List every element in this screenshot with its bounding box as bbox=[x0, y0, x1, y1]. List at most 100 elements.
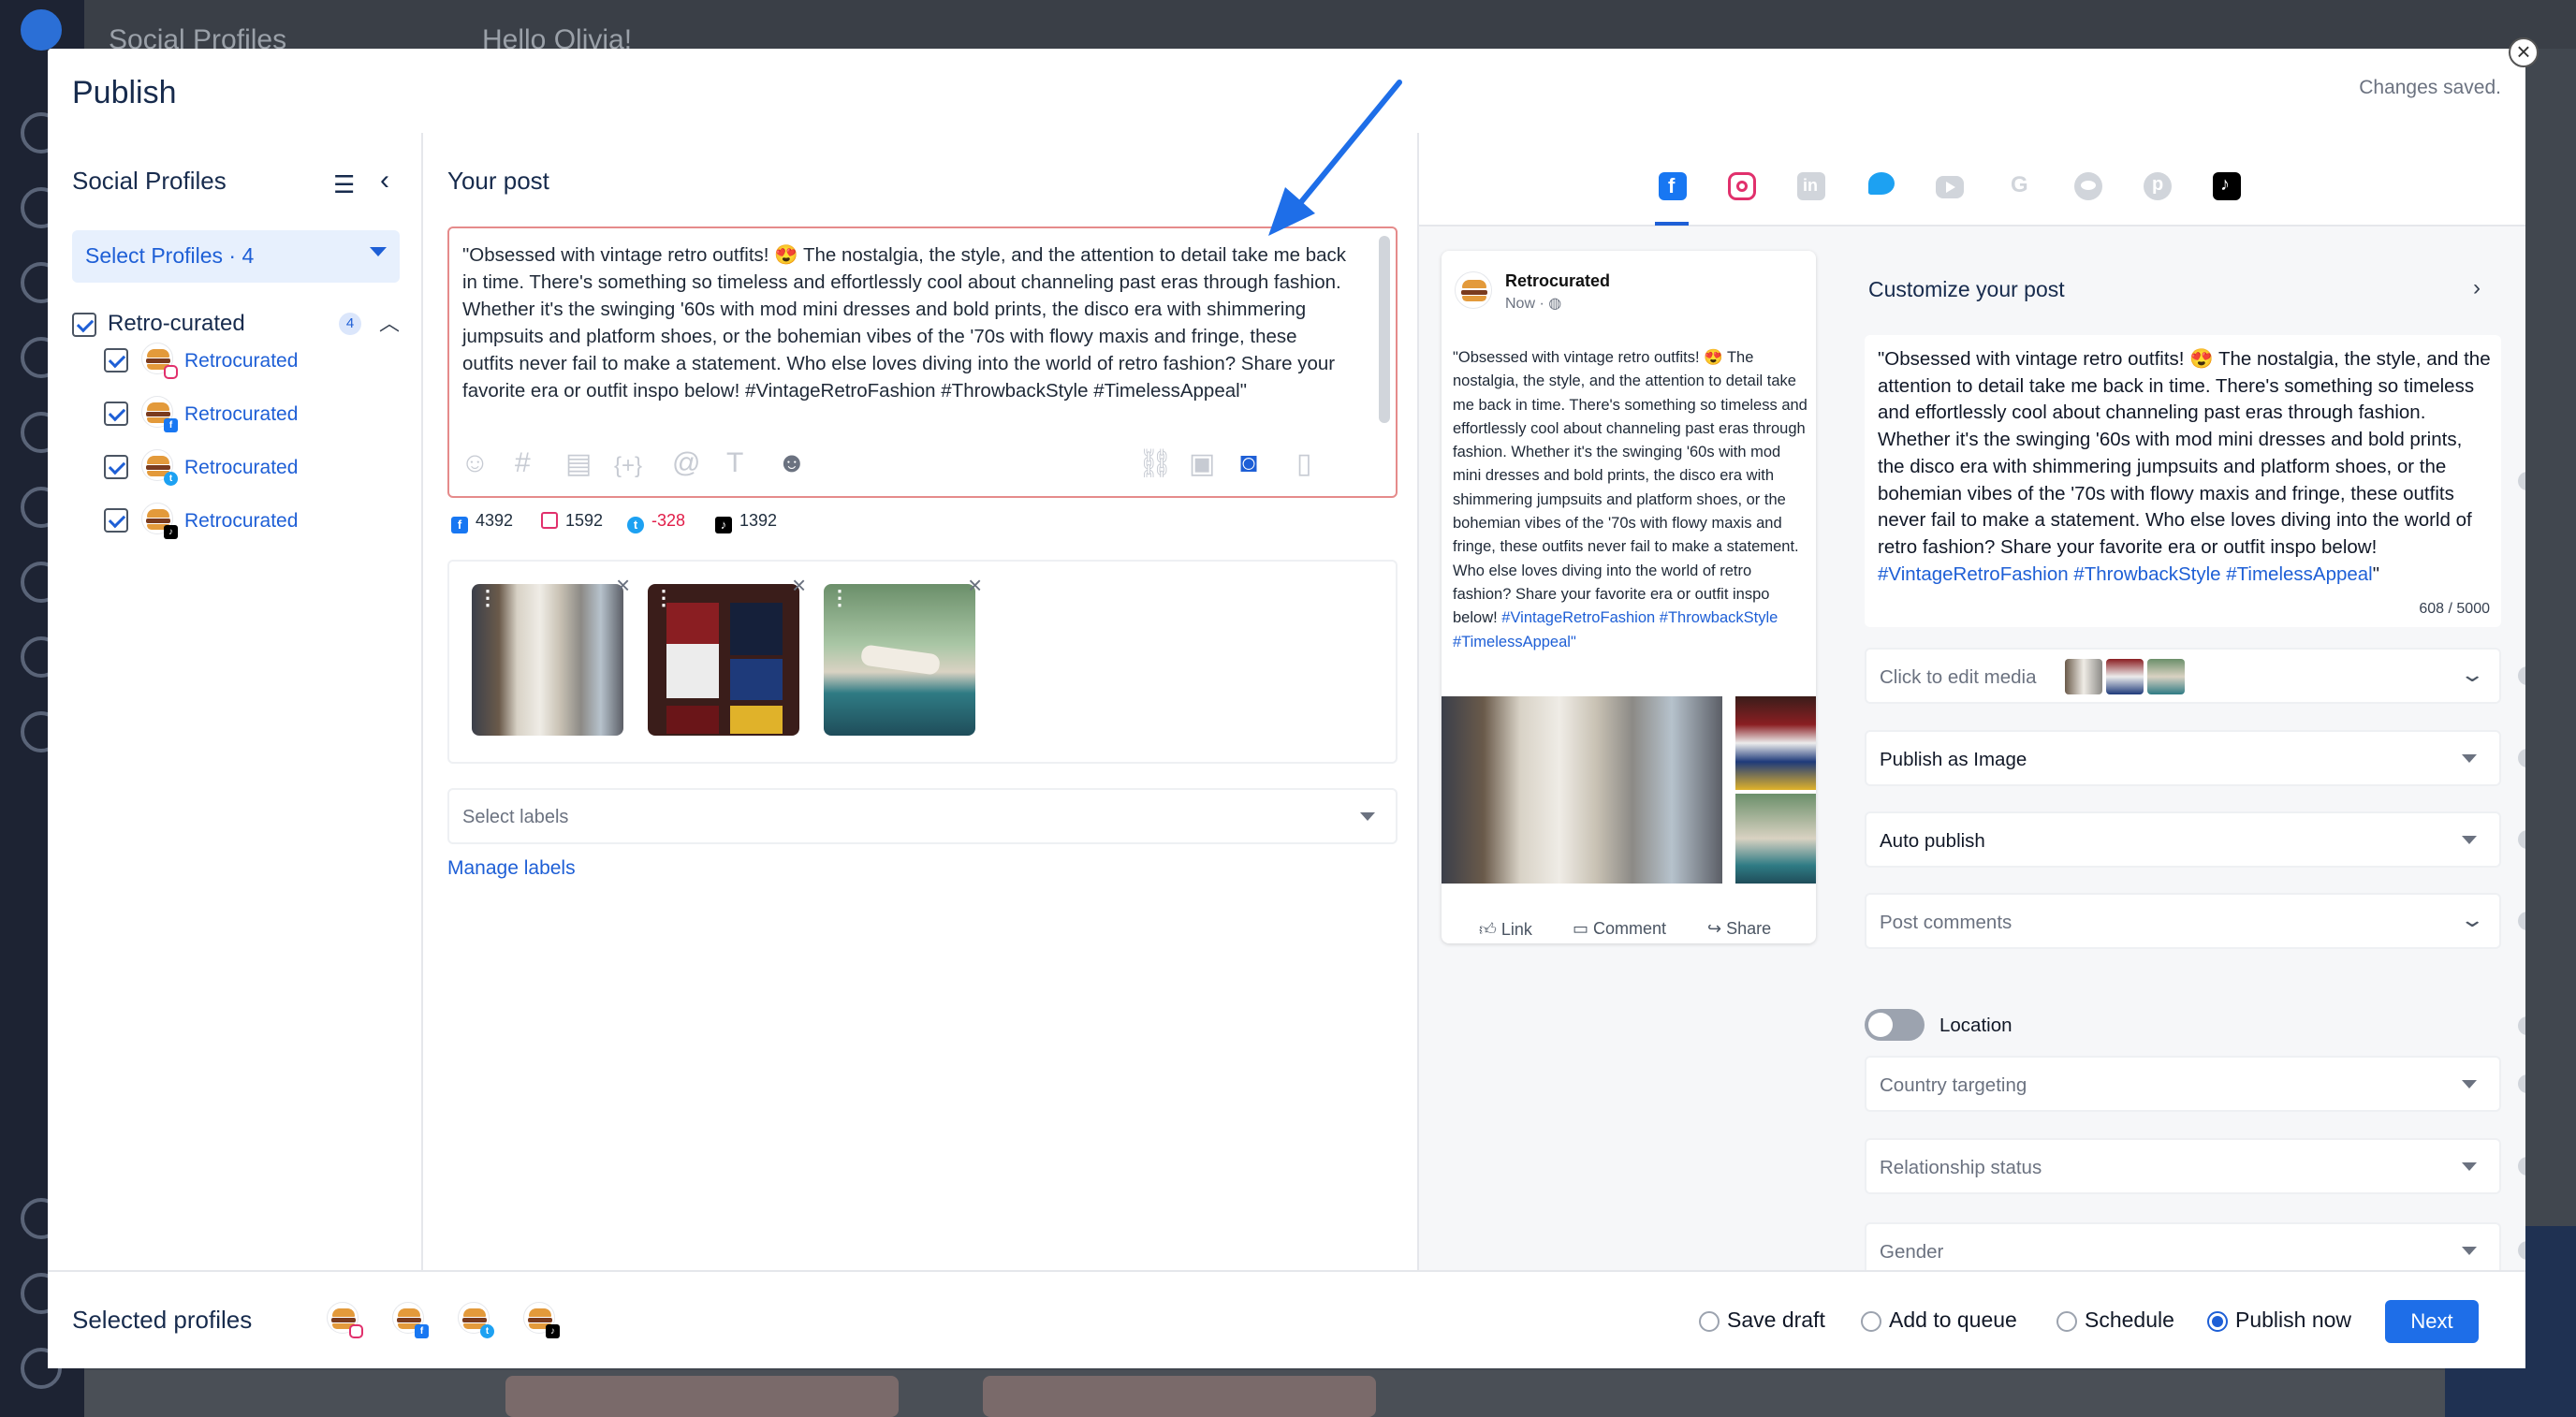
add-to-queue-label[interactable]: Add to queue bbox=[1889, 1307, 2017, 1333]
labels-dropdown[interactable]: Select labels bbox=[447, 788, 1398, 844]
like-label: Link bbox=[1500, 920, 1532, 939]
auto-publish-select[interactable]: Auto publish bbox=[1865, 811, 2501, 868]
more-icon[interactable]: ⋮ bbox=[829, 588, 850, 608]
profile-checkbox[interactable] bbox=[104, 455, 128, 479]
chevron-up-icon[interactable]: ︿ bbox=[379, 307, 400, 337]
tab-facebook[interactable]: f bbox=[1659, 172, 1687, 200]
media-thumbnail[interactable]: ⋮ bbox=[648, 584, 799, 736]
document-icon[interactable]: ▯ bbox=[1296, 447, 1312, 480]
video-icon[interactable]: ▣ bbox=[1189, 447, 1215, 480]
preview-comment-action: ▭ Comment bbox=[1573, 919, 1666, 939]
group-checkbox[interactable] bbox=[72, 313, 96, 337]
post-editor-title: Your post bbox=[447, 167, 549, 195]
hashtag-icon[interactable]: # bbox=[515, 447, 531, 479]
edit-media-dropdown[interactable]: Click to edit media ⌄ bbox=[1865, 648, 2501, 704]
tab-twitter[interactable] bbox=[1866, 172, 1895, 200]
preview-hashtags: #VintageRetroFashion #ThrowbackStyle #Ti… bbox=[1453, 609, 1778, 650]
remove-media-icon[interactable]: × bbox=[968, 571, 982, 600]
collapse-panel-icon[interactable]: ‹ bbox=[380, 165, 389, 197]
save-draft-label[interactable]: Save draft bbox=[1727, 1307, 1825, 1333]
tab-reddit[interactable] bbox=[2074, 172, 2102, 200]
info-icon[interactable]: i bbox=[2518, 472, 2525, 490]
save-status: Changes saved. bbox=[2359, 77, 2501, 98]
link-icon[interactable]: ⛓ bbox=[1137, 447, 1173, 480]
post-comments-label: Post comments bbox=[1880, 912, 2012, 933]
selected-profile-avatar[interactable]: t bbox=[458, 1302, 494, 1338]
tab-linkedin[interactable]: in bbox=[1797, 172, 1825, 200]
media-thumbnail[interactable]: ⋮ bbox=[472, 584, 623, 736]
info-icon[interactable]: i bbox=[2518, 1016, 2525, 1035]
camera-icon[interactable]: ◙ bbox=[1240, 447, 1257, 479]
tab-google[interactable]: G bbox=[2005, 172, 2033, 200]
chevron-down-icon bbox=[2462, 836, 2477, 844]
selected-profile-avatar[interactable] bbox=[327, 1302, 363, 1338]
info-icon[interactable]: i bbox=[2518, 1241, 2525, 1260]
publish-now-radio[interactable] bbox=[2207, 1311, 2228, 1332]
chevron-down-icon bbox=[2462, 754, 2477, 763]
location-toggle[interactable] bbox=[1865, 1009, 1925, 1041]
media-thumbnail[interactable]: ⋮ bbox=[824, 584, 975, 736]
publish-now-label[interactable]: Publish now bbox=[2235, 1307, 2351, 1333]
info-icon[interactable]: i bbox=[2518, 749, 2525, 767]
add-to-queue-radio[interactable] bbox=[1861, 1311, 1881, 1332]
relationship-status-select[interactable]: Relationship status bbox=[1865, 1138, 2501, 1194]
tiktok-icon: ♪ bbox=[546, 1324, 560, 1338]
remove-media-icon[interactable]: × bbox=[792, 571, 806, 600]
schedule-radio[interactable] bbox=[2056, 1311, 2077, 1332]
info-icon[interactable]: i bbox=[2518, 1074, 2525, 1093]
schedule-label[interactable]: Schedule bbox=[2085, 1307, 2174, 1333]
facebook-icon: f bbox=[415, 1324, 429, 1338]
tiktok-icon: ♪ bbox=[2220, 174, 2230, 195]
post-text[interactable]: "Obsessed with vintage retro outfits! 😍 … bbox=[462, 241, 1352, 404]
variable-icon[interactable]: {+} bbox=[614, 453, 642, 479]
customize-text-editor[interactable]: "Obsessed with vintage retro outfits! 😍 … bbox=[1865, 335, 2501, 627]
tab-youtube[interactable] bbox=[1936, 176, 1964, 198]
filter-icon[interactable]: ☰ bbox=[333, 170, 355, 199]
info-icon[interactable]: i bbox=[2518, 1157, 2525, 1176]
publish-as-select[interactable]: Publish as Image bbox=[1865, 730, 2501, 786]
emoji-icon[interactable]: ☺ bbox=[461, 447, 490, 479]
facebook-count-value: 4392 bbox=[476, 511, 514, 530]
customize-text[interactable]: "Obsessed with vintage retro outfits! 😍 … bbox=[1878, 346, 2491, 588]
mention-icon[interactable]: @ bbox=[672, 447, 700, 479]
tab-tiktok[interactable]: ♪ bbox=[2213, 172, 2241, 200]
ai-assistant-icon[interactable]: ☻ bbox=[777, 447, 807, 479]
select-profiles-dropdown[interactable]: Select Profiles · 4 bbox=[72, 230, 400, 283]
text-snippet-icon[interactable]: ▤ bbox=[565, 447, 592, 480]
facebook-icon: f bbox=[1668, 174, 1676, 197]
info-icon[interactable]: i bbox=[2518, 666, 2525, 685]
shirt-white bbox=[666, 644, 719, 698]
shirt-maroon bbox=[666, 706, 719, 734]
instagram-count: 1592 bbox=[541, 511, 603, 531]
profile-label: Retrocurated bbox=[184, 510, 299, 532]
profile-checkbox[interactable] bbox=[104, 508, 128, 533]
profile-checkbox[interactable] bbox=[104, 402, 128, 426]
twitter-icon: t bbox=[480, 1324, 494, 1338]
group-label: Retro-curated bbox=[108, 311, 245, 336]
app-logo-icon bbox=[21, 9, 62, 51]
selected-profile-avatar[interactable]: f bbox=[392, 1302, 429, 1338]
facebook-post-preview: Retrocurated Now · ◍ "Obsessed with vint… bbox=[1442, 251, 1816, 943]
text-format-icon[interactable]: T bbox=[726, 447, 743, 479]
more-icon[interactable]: ⋮ bbox=[477, 588, 498, 608]
manage-labels-link[interactable]: Manage labels bbox=[447, 857, 576, 880]
save-draft-radio[interactable] bbox=[1699, 1311, 1720, 1332]
post-text-editor[interactable]: "Obsessed with vintage retro outfits! 😍 … bbox=[447, 226, 1398, 498]
editor-scrollbar[interactable] bbox=[1379, 236, 1390, 423]
info-icon[interactable]: i bbox=[2518, 912, 2525, 930]
tab-pinterest[interactable]: p bbox=[2144, 172, 2172, 200]
country-targeting-select[interactable]: Country targeting bbox=[1865, 1056, 2501, 1112]
google-icon: G bbox=[2011, 172, 2028, 197]
profile-checkbox[interactable] bbox=[104, 348, 128, 373]
twitter-count-value: -328 bbox=[651, 511, 686, 530]
close-modal-button[interactable]: × bbox=[2509, 37, 2539, 67]
info-icon[interactable]: i bbox=[2518, 830, 2525, 849]
linkedin-icon: in bbox=[1803, 176, 1818, 195]
tab-instagram[interactable] bbox=[1728, 172, 1756, 200]
more-icon[interactable]: ⋮ bbox=[653, 588, 674, 608]
next-button[interactable]: Next bbox=[2385, 1300, 2479, 1343]
chevron-right-icon[interactable]: › bbox=[2473, 275, 2481, 301]
remove-media-icon[interactable]: × bbox=[616, 571, 630, 600]
selected-profile-avatar[interactable]: ♪ bbox=[523, 1302, 560, 1338]
post-comments-dropdown[interactable]: Post comments ⌄ bbox=[1865, 893, 2501, 949]
